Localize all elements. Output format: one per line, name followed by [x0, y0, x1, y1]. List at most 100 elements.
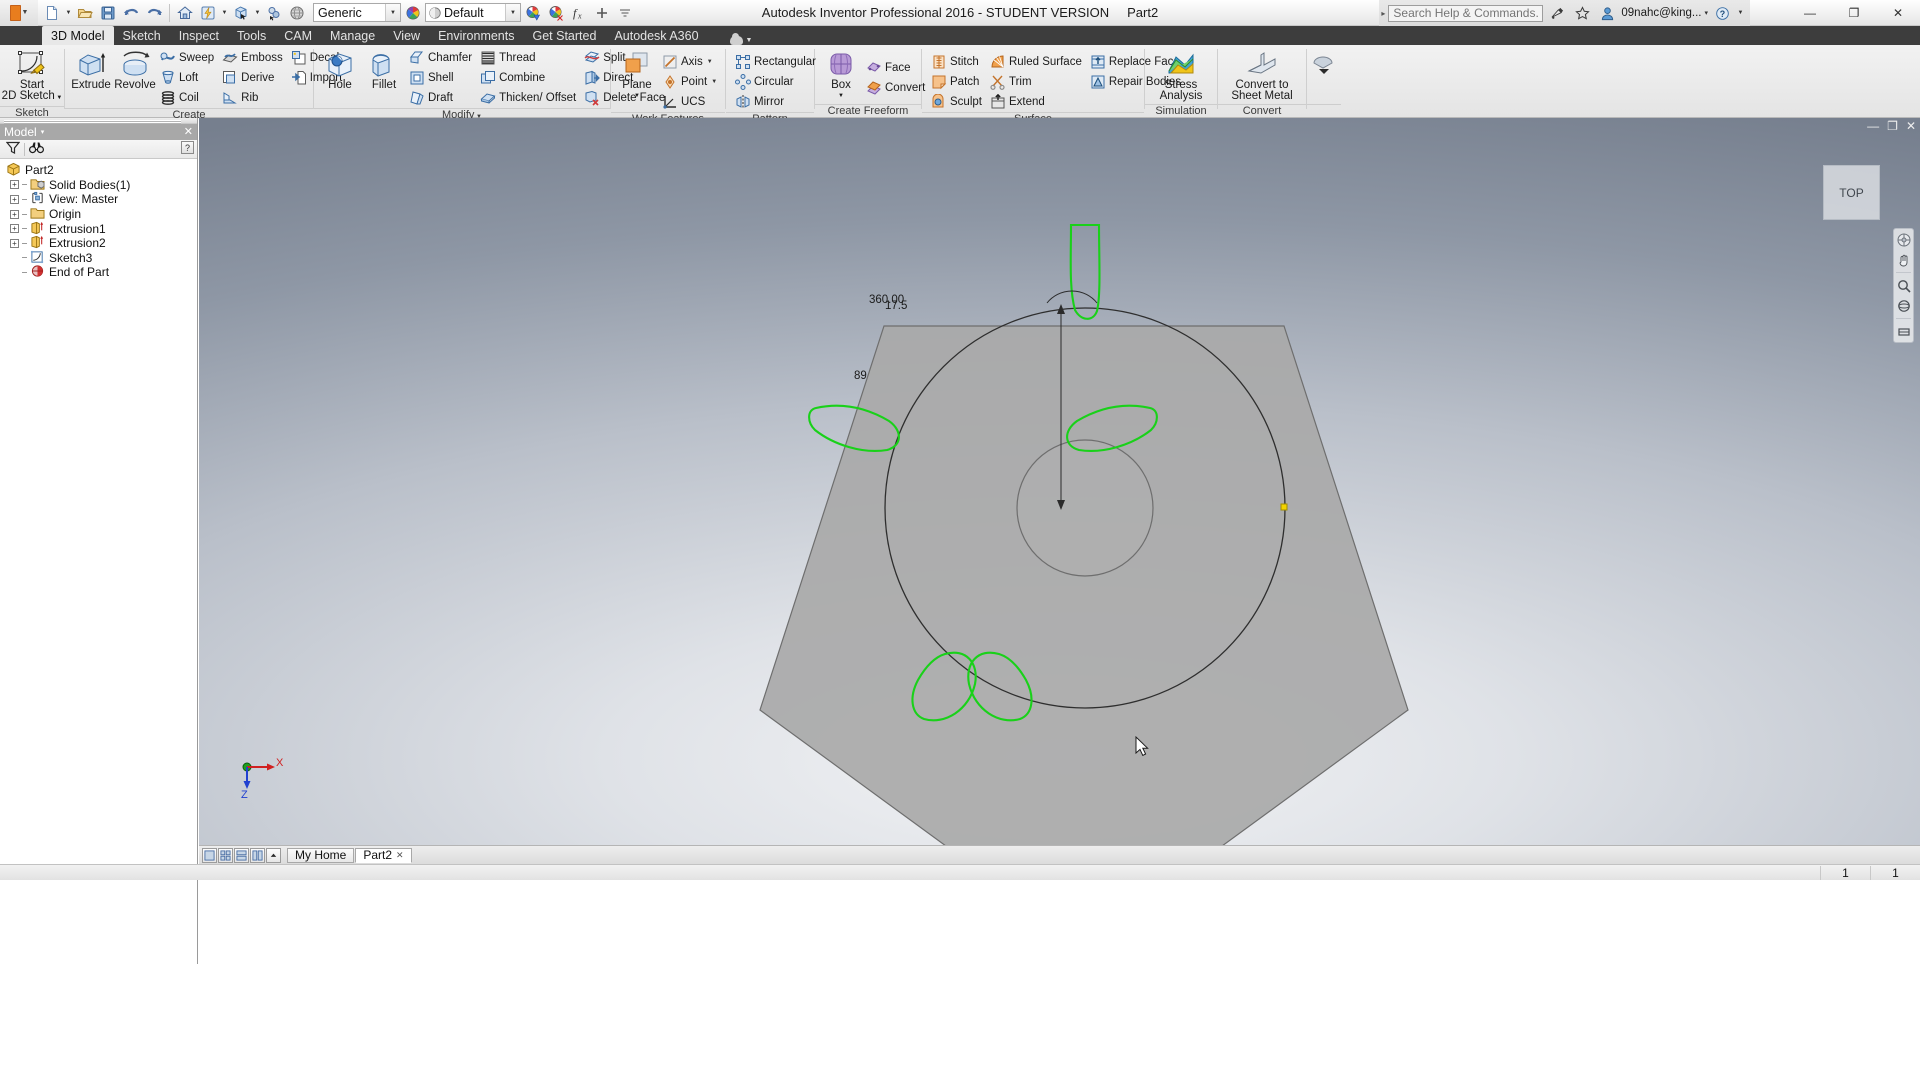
help-caret-icon[interactable]: ▼	[1736, 10, 1745, 16]
start-2d-sketch-button[interactable]: Start 2D Sketch ▼	[2, 48, 62, 106]
angle-secondary-value[interactable]: 17.5	[885, 300, 907, 312]
tree-item-view-master[interactable]: + View: Master	[6, 192, 197, 207]
revolve-button[interactable]: Revolve	[114, 48, 156, 93]
new-document-caret-icon[interactable]: ▼	[64, 10, 73, 16]
appearance-overflow-button[interactable]	[1303, 48, 1345, 82]
derive-button[interactable]: Derive	[220, 68, 287, 88]
tab-sketch[interactable]: Sketch	[114, 26, 170, 45]
account-label[interactable]: 09nahc@king...	[1621, 7, 1701, 19]
favorites-star-icon[interactable]	[1571, 2, 1593, 24]
graphics-viewport[interactable]: — ❐ ✕ 360.00 17.5 89 TOP X Z	[199, 118, 1920, 845]
chevron-down-icon[interactable]: ▼	[505, 4, 520, 21]
ruled-surface-button[interactable]: Ruled Surface	[988, 52, 1086, 72]
axis-button[interactable]: Axis ▼	[660, 52, 721, 72]
redo-button[interactable]	[143, 2, 165, 24]
sweep-button[interactable]: Sweep	[158, 48, 218, 68]
circular-pattern-button[interactable]: Circular	[733, 72, 820, 92]
material-browser-button[interactable]	[402, 2, 424, 24]
box-freeform-button[interactable]: Box ▼	[820, 48, 862, 104]
save-document-button[interactable]	[97, 2, 119, 24]
part-model-graphic[interactable]	[199, 118, 1920, 845]
select-box-button[interactable]	[230, 2, 252, 24]
extend-button[interactable]: Extend	[988, 92, 1086, 112]
doc-tab-part2[interactable]: Part2 ✕	[355, 847, 412, 863]
stress-analysis-button[interactable]: Stress Analysis	[1156, 48, 1207, 104]
tree-item-extrusion1[interactable]: + Extrusion1	[6, 221, 197, 236]
tree-item-part2[interactable]: Part2	[6, 163, 197, 178]
tree-item-extrusion2[interactable]: + Extrusion2	[6, 236, 197, 251]
maximize-button[interactable]: ❐	[1832, 0, 1876, 26]
chamfer-button[interactable]: Chamfer	[407, 48, 476, 68]
update-caret-icon[interactable]: ▼	[220, 10, 229, 16]
tree-item-end-of-part[interactable]: End of Part	[6, 265, 197, 280]
tab-environments[interactable]: Environments	[429, 26, 523, 45]
account-caret-icon[interactable]: ▾	[1704, 9, 1708, 17]
stitch-button[interactable]: Stitch	[929, 52, 986, 72]
view-cube[interactable]: TOP	[1823, 165, 1880, 220]
inventor-logo-button[interactable]: ▼	[0, 0, 38, 26]
expand-icon[interactable]: +	[10, 238, 19, 248]
add-to-quick-access-button[interactable]	[591, 2, 613, 24]
zoom-magnifier-icon[interactable]	[1896, 278, 1911, 293]
draft-button[interactable]: Draft	[407, 88, 476, 108]
plane-button[interactable]: Plane ▼	[616, 48, 658, 104]
extrude-button[interactable]: Extrude	[70, 48, 112, 93]
clear-appearance-override-button[interactable]	[545, 2, 567, 24]
shell-button[interactable]: Shell	[407, 68, 476, 88]
thread-button[interactable]: Thread	[478, 48, 580, 68]
help-question-icon[interactable]: ?	[1711, 2, 1733, 24]
view-mode-more-button[interactable]	[266, 847, 281, 863]
customize-quick-access-button[interactable]	[614, 2, 636, 24]
emboss-button[interactable]: Emboss	[220, 48, 287, 68]
tab-tools[interactable]: Tools	[228, 26, 275, 45]
expand-search-icon[interactable]: ▸	[1381, 9, 1385, 18]
adjust-appearance-button[interactable]	[522, 2, 544, 24]
plane-caret-icon[interactable]: ▼	[634, 91, 640, 102]
parameters-button[interactable]: fx	[568, 2, 590, 24]
tree-item-sketch3[interactable]: Sketch3	[6, 250, 197, 266]
minimize-button[interactable]: —	[1788, 0, 1832, 26]
browser-close-button[interactable]: ✕	[184, 125, 193, 138]
browser-help-button[interactable]: ?	[181, 141, 194, 154]
linear-dimension-value[interactable]: 89	[854, 370, 867, 382]
ucs-button[interactable]: UCS	[660, 92, 721, 112]
user-account-icon[interactable]	[1596, 2, 1618, 24]
update-button[interactable]	[197, 2, 219, 24]
patch-button[interactable]: Patch	[929, 72, 986, 92]
view-mode-grid-button[interactable]	[218, 847, 233, 863]
loft-button[interactable]: Loft	[158, 68, 218, 88]
a360-connect-icon[interactable]	[1546, 2, 1568, 24]
expand-icon[interactable]: +	[10, 224, 19, 234]
look-at-icon[interactable]	[1896, 324, 1911, 339]
view-mode-vertical-button[interactable]	[250, 847, 265, 863]
point-caret-icon[interactable]: ▼	[711, 79, 717, 85]
mirror-button[interactable]: Mirror	[733, 92, 820, 112]
rectangular-pattern-button[interactable]: Rectangular	[733, 52, 820, 72]
appearance-combo[interactable]: Default ▼	[425, 3, 521, 22]
tab-3d-model[interactable]: 3D Model	[42, 26, 114, 45]
thicken-offset-button[interactable]: Thicken/ Offset	[478, 88, 580, 108]
sculpt-button[interactable]: Sculpt	[929, 92, 986, 112]
combine-button[interactable]: Combine	[478, 68, 580, 88]
new-document-button[interactable]	[41, 2, 63, 24]
full-navigation-wheel-icon[interactable]	[1896, 232, 1911, 247]
freeform-face-button[interactable]: Face	[864, 58, 929, 78]
browser-header[interactable]: Model ▾ ✕	[0, 124, 197, 140]
filter-icon[interactable]	[5, 141, 21, 157]
point-button[interactable]: Point ▼	[660, 72, 721, 92]
material-combo[interactable]: Generic ▼	[313, 3, 401, 22]
freeform-convert-button[interactable]: Convert	[864, 78, 929, 98]
orbit-icon[interactable]	[1896, 298, 1911, 313]
a360-cloud-status[interactable]: ▼	[729, 33, 752, 45]
trim-button[interactable]: Trim	[988, 72, 1086, 92]
view-mode-single-button[interactable]	[202, 847, 217, 863]
tab-get-started[interactable]: Get Started	[524, 26, 606, 45]
axis-caret-icon[interactable]: ▼	[707, 59, 713, 65]
search-input[interactable]	[1388, 4, 1544, 22]
tab-autodesk-a360[interactable]: Autodesk A360	[605, 26, 707, 45]
coil-button[interactable]: Coil	[158, 88, 218, 108]
home-view-button[interactable]	[174, 2, 196, 24]
tab-cam[interactable]: CAM	[275, 26, 321, 45]
material-sphere-button[interactable]	[286, 2, 308, 24]
expand-icon[interactable]: +	[10, 194, 19, 204]
